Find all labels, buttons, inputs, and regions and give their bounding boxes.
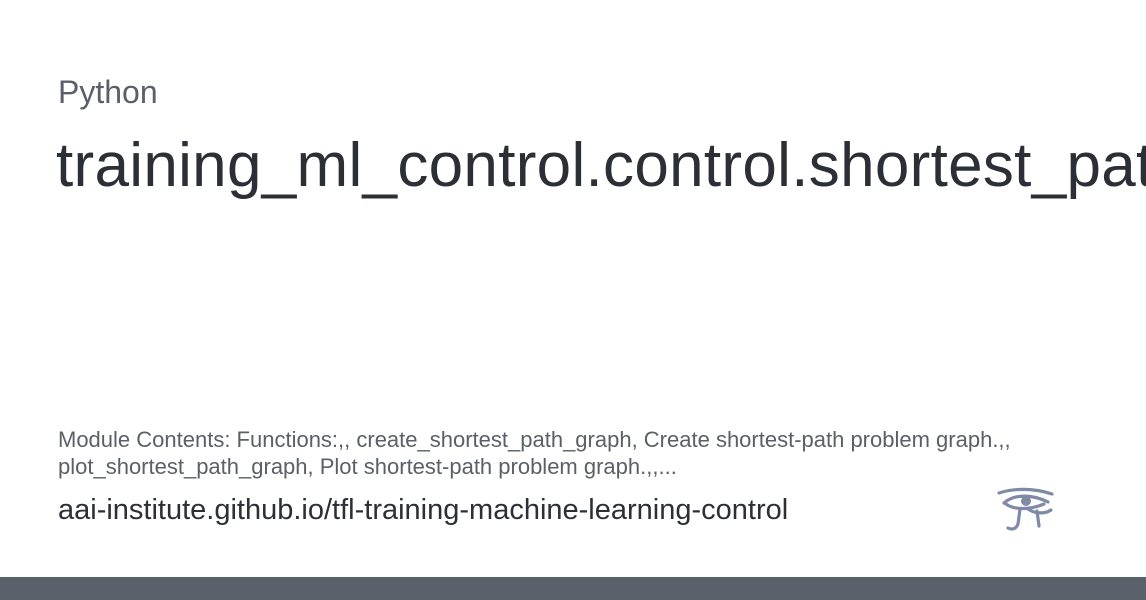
page-description: Module Contents: Functions:,, create_sho… (58, 427, 1011, 479)
page-title: training_ml_control.control.shortest_pat… (56, 131, 1146, 200)
eye-of-horus-icon (997, 487, 1054, 531)
bottom-bar (0, 577, 1146, 600)
social-preview-card: Python training_ml_control.control.short… (0, 0, 1146, 577)
site-url[interactable]: aai-institute.github.io/tfl-training-mac… (58, 492, 788, 528)
language-label: Python (58, 74, 158, 110)
